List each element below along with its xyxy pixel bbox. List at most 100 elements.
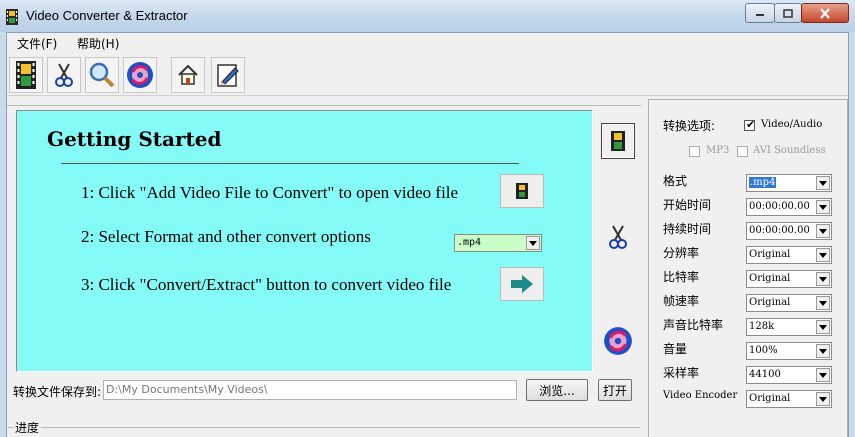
chevron-down-icon: [816, 368, 830, 382]
search-button[interactable]: [85, 57, 119, 93]
add-video-button[interactable]: [9, 57, 43, 93]
title-divider: [61, 163, 519, 164]
magnifier-icon: [89, 62, 115, 88]
bitrate-label: 比特率: [663, 270, 700, 284]
scissors-icon: [55, 63, 73, 87]
close-button[interactable]: [801, 3, 849, 23]
volume-value: 100%: [749, 345, 778, 356]
chevron-down-icon: [816, 248, 830, 262]
checkmark-icon: ✔: [746, 118, 756, 131]
mp3-checkbox[interactable]: [689, 146, 700, 157]
bitrate-select[interactable]: Original: [746, 270, 832, 288]
film-app-icon: [6, 9, 18, 25]
duration-value: 00:00:00.00: [749, 225, 810, 236]
home-button[interactable]: [171, 57, 205, 93]
toolbar: [7, 54, 848, 96]
chevron-down-icon: [816, 176, 830, 190]
audio-bitrate-select[interactable]: 128k: [746, 318, 832, 336]
audio-bitrate-value: 128k: [749, 321, 775, 332]
volume-select[interactable]: 100%: [746, 342, 832, 360]
chevron-down-icon: [816, 392, 830, 406]
minimize-button[interactable]: [745, 3, 775, 23]
side-add-video-button[interactable]: [601, 123, 635, 159]
cut-button[interactable]: [47, 57, 81, 93]
step-convert-button[interactable]: [500, 267, 544, 301]
start-time-select[interactable]: 00:00:00.00: [746, 198, 832, 216]
bitrate-value: Original: [749, 273, 791, 284]
video-audio-label: Video/Audio: [761, 119, 823, 130]
avi-soundless-checkbox[interactable]: [737, 146, 748, 157]
options-title: 转换选项:: [663, 119, 716, 133]
format-select-value: .mp4: [749, 177, 777, 188]
menu-help[interactable]: 帮助(H): [77, 35, 119, 52]
close-icon: [820, 7, 830, 19]
start-time-label: 开始时间: [663, 198, 712, 212]
format-select-quick-value: .mp4: [457, 237, 482, 248]
step-add-video-button[interactable]: [500, 174, 544, 208]
chevron-down-icon: [816, 344, 830, 358]
duration-select[interactable]: 00:00:00.00: [746, 222, 832, 240]
client-area: 文件(F) 帮助(H) Getting Started 1: Click "Ad…: [6, 32, 849, 437]
duration-label: 持续时间: [663, 222, 712, 236]
edit-button[interactable]: [211, 57, 245, 93]
video-encoder-label: Video Encoder: [663, 390, 738, 401]
side-convert-button[interactable]: [601, 323, 635, 359]
maximize-button[interactable]: [774, 3, 802, 23]
convert-icon: [127, 62, 153, 88]
chevron-down-icon: [816, 224, 830, 238]
side-cut-button[interactable]: [601, 219, 635, 255]
convert-icon: [604, 327, 632, 355]
pencil-edit-icon: [217, 64, 239, 87]
maximize-icon: [783, 8, 793, 18]
video-encoder-select[interactable]: Original: [746, 390, 832, 408]
mp3-label: MP3: [706, 145, 730, 156]
avi-soundless-label: AVI Soundless: [753, 145, 826, 156]
save-path-input[interactable]: D:\My Documents\My Videos\: [103, 380, 517, 400]
resolution-value: Original: [749, 249, 791, 260]
step-2-text: 2: Select Format and other convert optio…: [81, 227, 371, 246]
film-icon: [516, 183, 528, 199]
progress-label: 进度: [13, 419, 42, 436]
menu-bar: 文件(F) 帮助(H): [7, 33, 848, 53]
scissors-icon: [609, 225, 627, 249]
chevron-down-icon: [816, 296, 830, 310]
film-icon: [611, 131, 625, 151]
resolution-label: 分辨率: [663, 246, 700, 260]
sample-rate-select[interactable]: 44100: [746, 366, 832, 384]
open-button[interactable]: 打开: [598, 379, 632, 401]
format-select-quick[interactable]: .mp4: [454, 234, 542, 252]
video-encoder-value: Original: [749, 393, 791, 404]
format-select[interactable]: .mp4: [746, 174, 832, 192]
resolution-select[interactable]: Original: [746, 246, 832, 264]
step-3-text: 3: Click "Convert/Extract" button to con…: [81, 275, 452, 294]
chevron-down-icon: [526, 236, 540, 250]
menu-file[interactable]: 文件(F): [17, 35, 57, 52]
film-icon: [16, 61, 36, 89]
sample-rate-label: 采样率: [663, 366, 700, 380]
browse-button[interactable]: 浏览...: [526, 379, 588, 401]
chevron-down-icon: [816, 272, 830, 286]
step-1-text: 1: Click "Add Video File to Convert" to …: [81, 183, 459, 202]
minimize-icon: [756, 14, 764, 16]
start-time-value: 00:00:00.00: [749, 201, 810, 212]
options-panel: 转换选项: ✔ Video/Audio MP3 AVI Soundless 格式…: [648, 99, 848, 437]
save-path-label: 转换文件保存到:: [13, 385, 102, 399]
progress-group: [8, 427, 640, 437]
video-audio-checkbox[interactable]: ✔: [744, 118, 756, 131]
volume-label: 音量: [663, 342, 688, 356]
title-bar: Video Converter & Extractor: [0, 0, 855, 32]
chevron-down-icon: [816, 200, 830, 214]
getting-started-title: Getting Started: [47, 127, 222, 151]
convert-button[interactable]: [123, 57, 157, 93]
format-label: 格式: [663, 174, 688, 188]
frame-rate-value: Original: [749, 297, 791, 308]
audio-bitrate-label: 声音比特率: [663, 318, 724, 332]
arrow-right-icon: [511, 275, 533, 293]
window-title: Video Converter & Extractor: [26, 8, 188, 23]
frame-rate-select[interactable]: Original: [746, 294, 832, 312]
frame-rate-label: 帧速率: [663, 294, 700, 308]
chevron-down-icon: [816, 320, 830, 334]
getting-started-panel: Getting Started 1: Click "Add Video File…: [16, 110, 593, 372]
sample-rate-value: 44100: [749, 369, 781, 380]
home-icon: [178, 64, 198, 85]
